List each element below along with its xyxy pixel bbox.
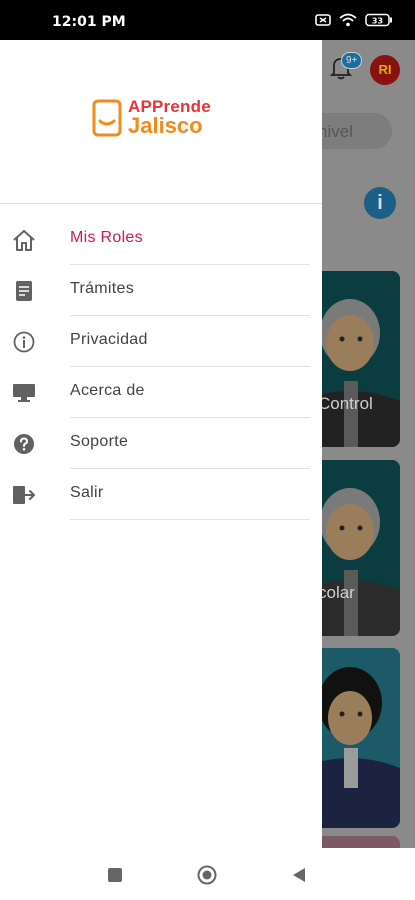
logout-icon	[12, 483, 36, 507]
menu-item-label: Salir	[70, 484, 104, 501]
notification-badge: 9+	[341, 52, 363, 69]
menu-item-acerca-de[interactable]: Acerca de	[0, 367, 322, 418]
role-card[interactable]: colar	[310, 460, 400, 636]
info-icon[interactable]: i	[364, 187, 396, 219]
menu-item-salir[interactable]: Salir	[0, 469, 322, 520]
recents-button[interactable]	[107, 867, 123, 883]
app-logo: APPrende Jalisco	[92, 98, 211, 137]
avatar-illustration-icon	[310, 271, 400, 447]
drawer-menu: Mis Roles Trámites Privacidad Acerca de	[0, 214, 322, 520]
monitor-icon	[12, 381, 36, 405]
menu-item-label: Mis Roles	[70, 229, 143, 246]
role-card-label: colar	[318, 583, 355, 602]
role-card[interactable]: Control	[310, 271, 400, 447]
back-button[interactable]	[292, 867, 306, 883]
status-time: 12:01 PM	[52, 14, 126, 30]
help-icon	[12, 432, 36, 456]
status-icons: 33	[315, 13, 393, 27]
menu-item-label: Acerca de	[70, 382, 145, 399]
menu-item-label: Privacidad	[70, 331, 148, 348]
menu-item-soporte[interactable]: Soporte	[0, 418, 322, 469]
home-button[interactable]	[197, 865, 217, 885]
menu-item-mis-roles[interactable]: Mis Roles	[0, 214, 322, 265]
menu-item-tramites[interactable]: Trámites	[0, 265, 322, 316]
role-card[interactable]	[310, 836, 400, 848]
system-nav-bar	[0, 848, 415, 900]
phone-logo-icon	[92, 99, 122, 136]
header-divider	[0, 203, 322, 204]
avatar-illustration-icon	[310, 648, 400, 828]
navigation-drawer: APPrende Jalisco Mis Roles Trámites Priv…	[0, 40, 322, 848]
info-icon	[12, 330, 36, 354]
battery-level: 33	[372, 17, 383, 26]
role-card-label: Control	[318, 394, 373, 413]
avatar-illustration-icon	[310, 460, 400, 636]
menu-item-label: Soporte	[70, 433, 129, 450]
status-bar: 12:01 PM 33	[0, 0, 415, 40]
menu-item-label: Trámites	[70, 280, 135, 297]
battery-icon: 33	[365, 13, 392, 27]
menu-item-privacidad[interactable]: Privacidad	[0, 316, 322, 367]
logo-text-line2: Jalisco	[128, 113, 203, 138]
divider	[70, 519, 310, 520]
home-icon	[12, 228, 36, 252]
document-icon	[12, 279, 36, 303]
role-card[interactable]	[310, 648, 400, 828]
screen-record-icon	[315, 14, 331, 26]
avatar[interactable]: RI	[370, 55, 400, 85]
wifi-icon	[339, 13, 357, 27]
